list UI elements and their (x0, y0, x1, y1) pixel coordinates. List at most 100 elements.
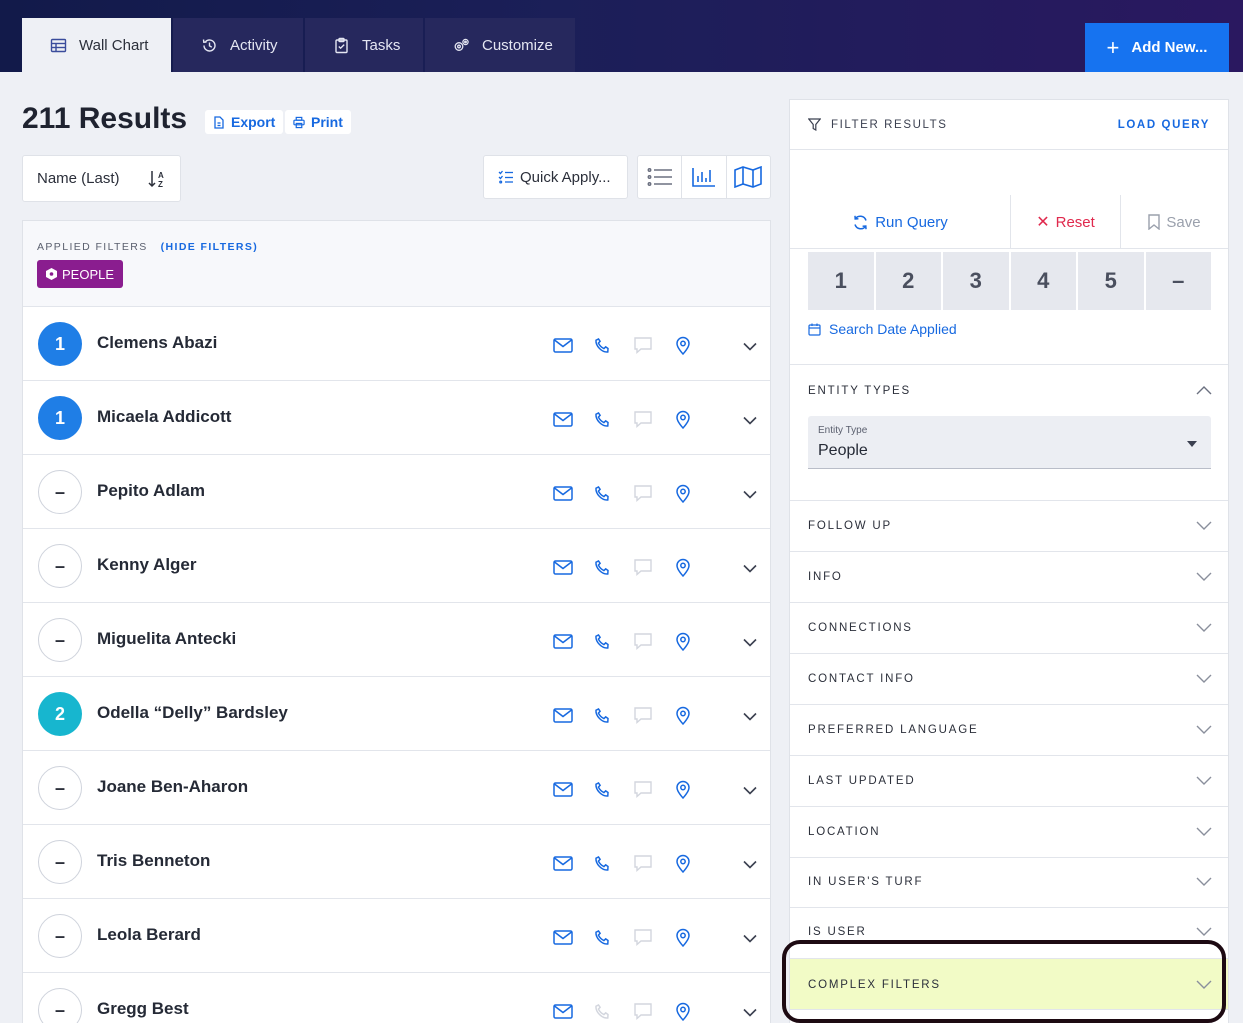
rating-badge[interactable]: – (38, 914, 82, 958)
filter-section-in-user-s-turf[interactable]: IN USER'S TURF (790, 857, 1228, 908)
save-button[interactable]: Save (1120, 195, 1228, 249)
table-row[interactable]: – Joane Ben-Aharon (23, 751, 770, 825)
rating-badge[interactable]: – (38, 766, 82, 810)
phone-icon[interactable] (592, 408, 614, 430)
phone-icon[interactable] (592, 1000, 614, 1022)
chevron-down-icon[interactable] (743, 412, 757, 430)
chart-view-button[interactable] (682, 156, 727, 198)
rating-badge[interactable]: 2 (38, 692, 82, 736)
location-pin-icon[interactable] (672, 630, 694, 652)
rating-badge[interactable]: 1 (38, 396, 82, 440)
filter-section-info[interactable]: INFO (790, 552, 1228, 603)
email-icon[interactable] (552, 482, 574, 504)
person-name[interactable]: Tris Benneton (97, 851, 210, 871)
filter-section-contact-info[interactable]: CONTACT INFO (790, 654, 1228, 705)
person-name[interactable]: Gregg Best (97, 999, 189, 1019)
tab-activity[interactable]: Activity (173, 18, 303, 72)
add-new-button[interactable]: + Add New... (1085, 23, 1229, 72)
rating-button-5[interactable]: 5 (1078, 252, 1144, 310)
person-name[interactable]: Clemens Abazi (97, 333, 217, 353)
filter-section-connections[interactable]: CONNECTIONS (790, 603, 1228, 654)
reset-button[interactable]: ✕ Reset (1010, 195, 1120, 249)
person-name[interactable]: Kenny Alger (97, 555, 197, 575)
map-view-button[interactable] (727, 156, 770, 198)
sort-select[interactable]: Name (Last) AZ (22, 155, 181, 202)
email-icon[interactable] (552, 852, 574, 874)
phone-icon[interactable] (592, 704, 614, 726)
table-row[interactable]: – Pepito Adlam (23, 455, 770, 529)
person-name[interactable]: Micaela Addicott (97, 407, 231, 427)
chevron-down-icon[interactable] (743, 634, 757, 652)
person-name[interactable]: Odella “Delly” Bardsley (97, 703, 288, 723)
person-name[interactable]: Miguelita Antecki (97, 629, 236, 649)
phone-icon[interactable] (592, 630, 614, 652)
email-icon[interactable] (552, 334, 574, 356)
person-name[interactable]: Joane Ben-Aharon (97, 777, 248, 797)
phone-icon[interactable] (592, 334, 614, 356)
filter-section-last-updated[interactable]: LAST UPDATED (790, 756, 1228, 807)
rating-badge[interactable]: 1 (38, 322, 82, 366)
rating-badge[interactable]: – (38, 988, 82, 1023)
location-pin-icon[interactable] (672, 852, 694, 874)
email-icon[interactable] (552, 630, 574, 652)
rating-badge[interactable]: – (38, 544, 82, 588)
email-icon[interactable] (552, 704, 574, 726)
table-row[interactable]: – Miguelita Antecki (23, 603, 770, 677)
location-pin-icon[interactable] (672, 926, 694, 948)
list-view-button[interactable] (638, 156, 683, 198)
chevron-down-icon[interactable] (743, 338, 757, 356)
hide-filters-link[interactable]: (HIDE FILTERS) (161, 241, 259, 253)
location-pin-icon[interactable] (672, 482, 694, 504)
people-filter-pill[interactable]: PEOPLE (37, 260, 124, 288)
table-row[interactable]: – Kenny Alger (23, 529, 770, 603)
location-pin-icon[interactable] (672, 704, 694, 726)
chevron-down-icon[interactable] (743, 708, 757, 726)
email-icon[interactable] (552, 926, 574, 948)
entity-type-select[interactable]: Entity Type People (808, 416, 1211, 469)
chevron-down-icon[interactable] (743, 1004, 757, 1022)
search-date-applied-link[interactable]: Search Date Applied (808, 321, 957, 337)
email-icon[interactable] (552, 408, 574, 430)
email-icon[interactable] (552, 556, 574, 578)
location-pin-icon[interactable] (672, 1000, 694, 1022)
run-query-button[interactable]: Run Query (790, 195, 1010, 249)
rating-badge[interactable]: – (38, 470, 82, 514)
location-pin-icon[interactable] (672, 556, 694, 578)
person-name[interactable]: Leola Berard (97, 925, 201, 945)
sort-az-icon[interactable]: AZ (148, 169, 166, 189)
chevron-down-icon[interactable] (743, 560, 757, 578)
location-pin-icon[interactable] (672, 778, 694, 800)
rating-badge[interactable]: – (38, 618, 82, 662)
rating-button-3[interactable]: 3 (943, 252, 1009, 310)
phone-icon[interactable] (592, 926, 614, 948)
phone-icon[interactable] (592, 556, 614, 578)
email-icon[interactable] (552, 1000, 574, 1022)
table-row[interactable]: – Leola Berard (23, 899, 770, 973)
tab-wall-chart[interactable]: Wall Chart (22, 18, 171, 72)
tab-tasks[interactable]: Tasks (305, 18, 423, 72)
rating-button-4[interactable]: 4 (1010, 252, 1076, 310)
person-name[interactable]: Pepito Adlam (97, 481, 205, 501)
filter-section-location[interactable]: LOCATION (790, 807, 1228, 858)
phone-icon[interactable] (592, 482, 614, 504)
load-query-link[interactable]: LOAD QUERY (1118, 119, 1210, 131)
quick-apply-button[interactable]: Quick Apply... (483, 155, 628, 199)
tab-customize[interactable]: Customize (425, 18, 575, 72)
location-pin-icon[interactable] (672, 408, 694, 430)
table-row[interactable]: 2 Odella “Delly” Bardsley (23, 677, 770, 751)
phone-icon[interactable] (592, 778, 614, 800)
table-row[interactable]: – Tris Benneton (23, 825, 770, 899)
rating-button-2[interactable]: 2 (875, 252, 941, 310)
location-pin-icon[interactable] (672, 334, 694, 356)
rating-badge[interactable]: – (38, 840, 82, 884)
phone-icon[interactable] (592, 852, 614, 874)
rating-button-1[interactable]: 1 (808, 252, 874, 310)
table-row[interactable]: 1 Micaela Addicott (23, 381, 770, 455)
chevron-down-icon[interactable] (743, 486, 757, 504)
chevron-down-icon[interactable] (743, 856, 757, 874)
filter-section-preferred-language[interactable]: PREFERRED LANGUAGE (790, 705, 1228, 756)
table-row[interactable]: 1 Clemens Abazi (23, 307, 770, 381)
rating-button-none[interactable]: – (1145, 252, 1211, 310)
print-button[interactable]: Print (285, 110, 351, 134)
table-row[interactable]: – Gregg Best (23, 973, 770, 1023)
